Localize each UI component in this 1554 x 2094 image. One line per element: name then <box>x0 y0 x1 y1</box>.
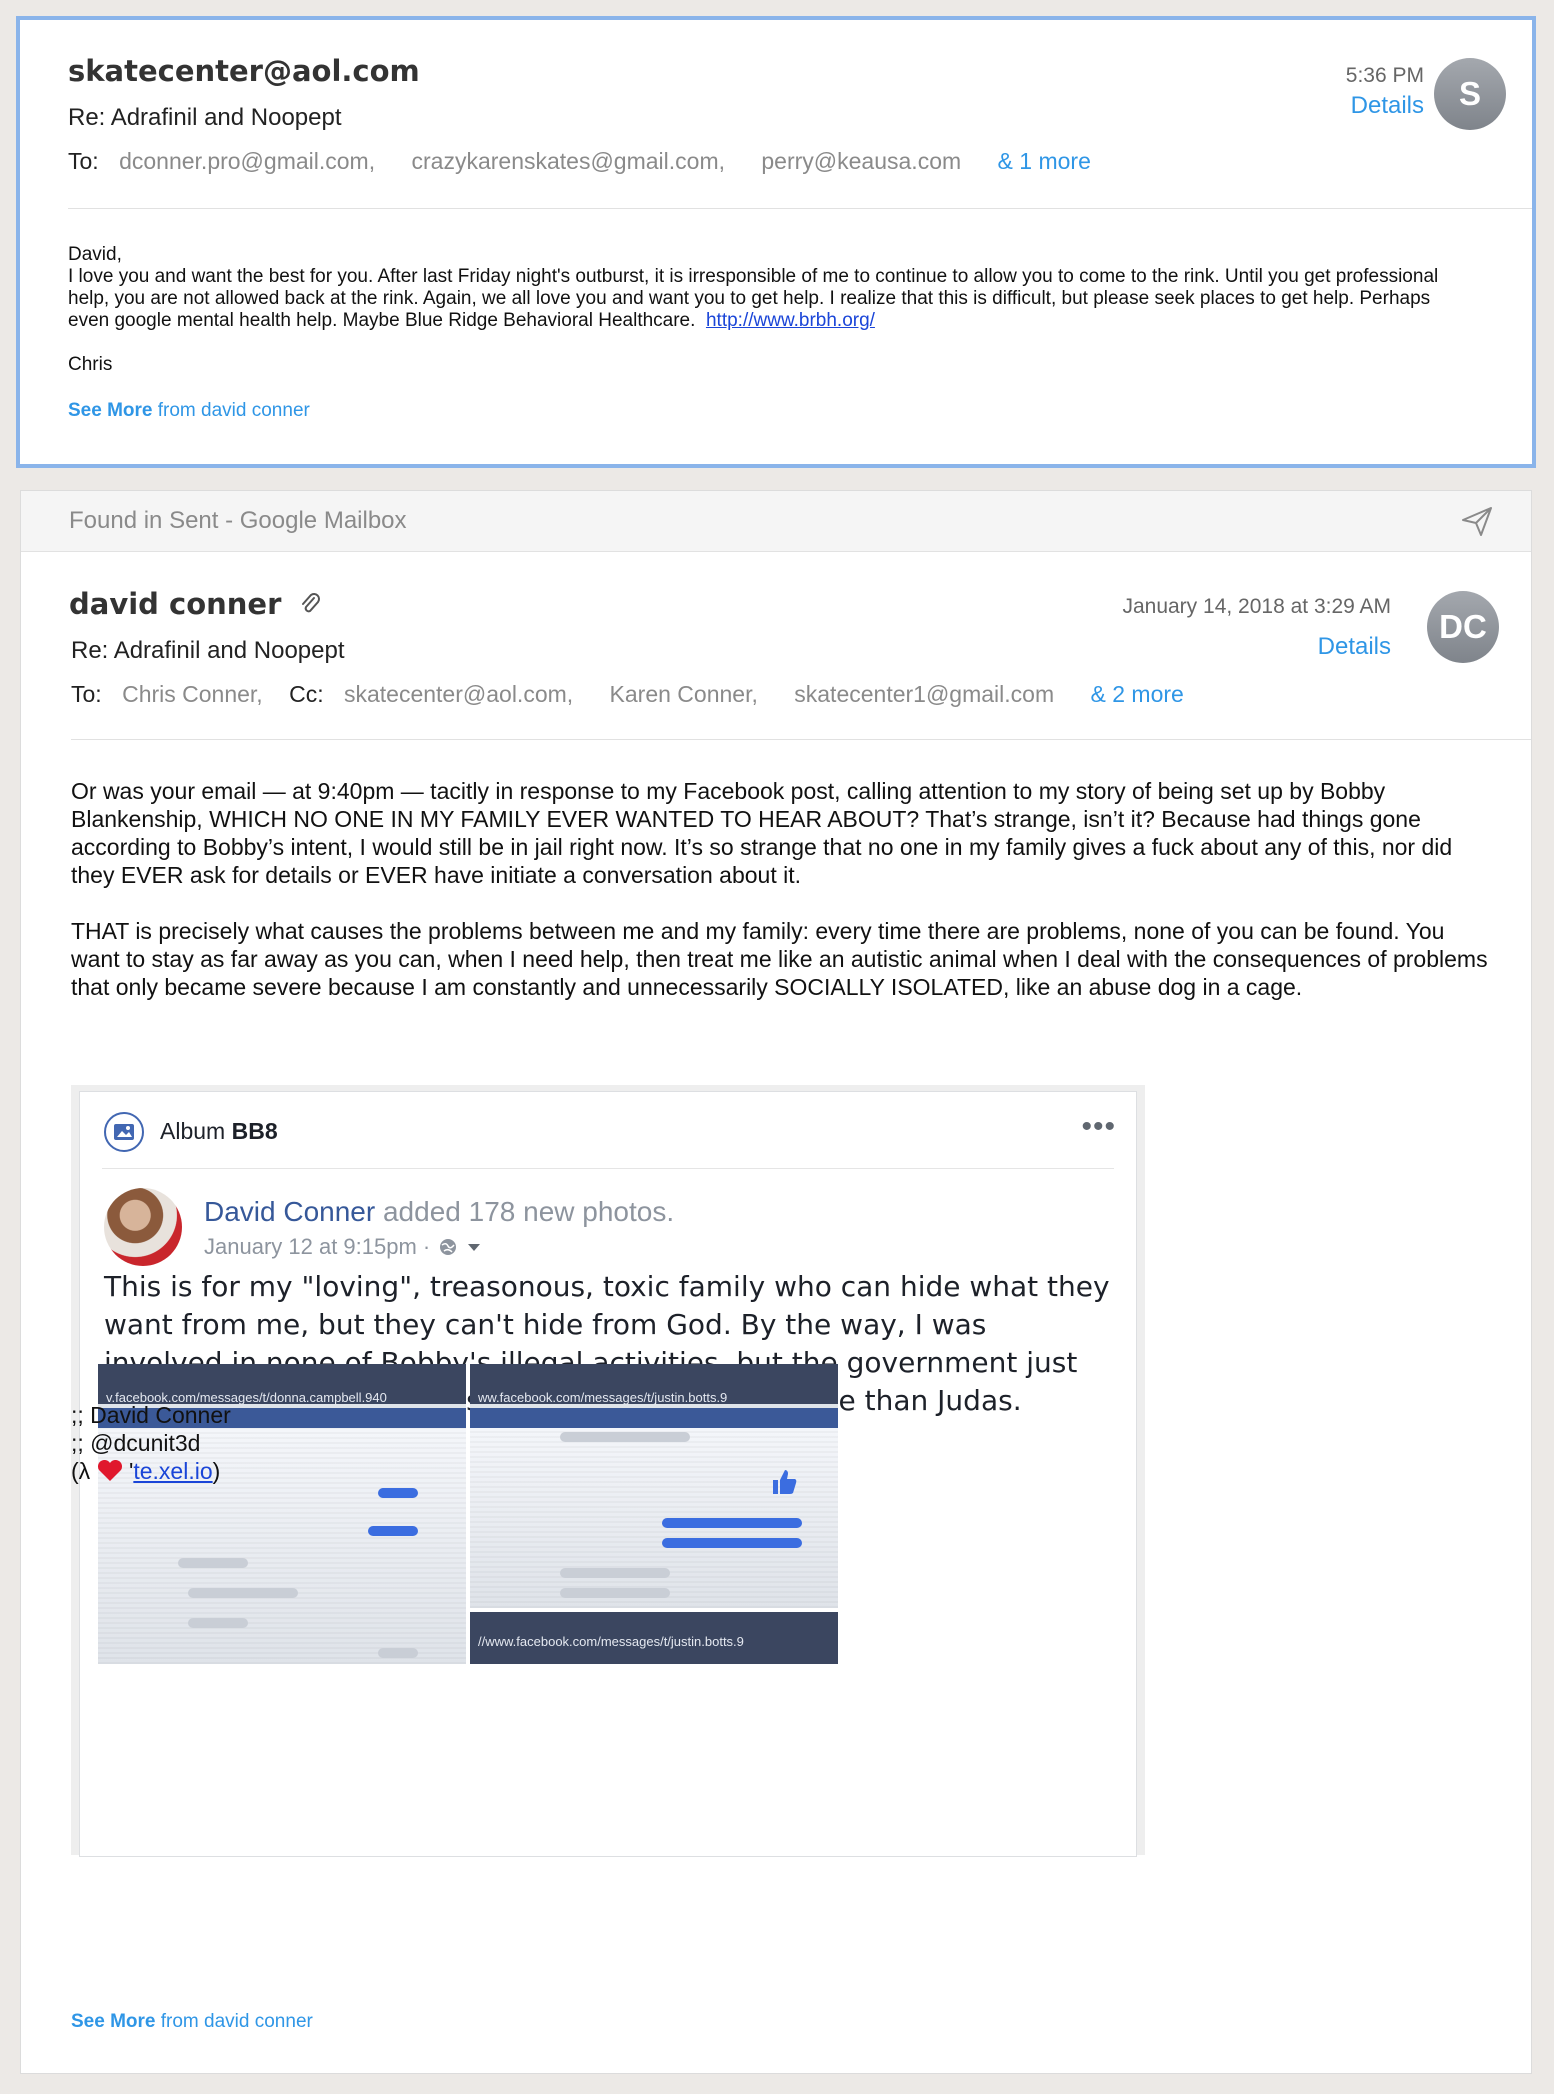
details-link[interactable]: Details <box>1351 92 1424 120</box>
poster-name[interactable]: David Conner <box>204 1196 375 1227</box>
more-recipients-link[interactable]: & 1 more <box>998 148 1091 174</box>
recipient[interactable]: crazykarenskates@gmail.com, <box>412 148 726 174</box>
cc-recipient[interactable]: skatecenter1@gmail.com <box>794 681 1054 707</box>
details-link[interactable]: Details <box>1318 633 1391 661</box>
album-title[interactable]: Album BB8 <box>160 1118 278 1145</box>
photo-thumbnail[interactable]: ww.facebook.com/messages/t/justin.botts.… <box>470 1364 838 1608</box>
cc-label: Cc: <box>289 681 324 707</box>
message-body: David, I love you and want the best for … <box>68 244 1472 376</box>
sender-name: david conner <box>69 587 282 621</box>
brbh-link[interactable]: http://www.brbh.org/ <box>706 310 875 331</box>
thumbs-up-icon <box>773 1470 797 1494</box>
see-more-link[interactable]: See More from david conner <box>68 400 310 422</box>
heart-icon <box>97 1459 122 1481</box>
subject: Re: Adrafinil and Noopept <box>71 637 345 664</box>
poster-line: David Conner added 178 new photos. <box>204 1196 675 1227</box>
send-icon[interactable] <box>1459 503 1495 539</box>
message-body: Or was your email — at 9:40pm — tacitly … <box>71 777 1491 1029</box>
sender-avatar: DC <box>1427 591 1499 663</box>
email-message-david-conner[interactable]: Found in Sent - Google Mailbox david con… <box>20 490 1532 2074</box>
signature-name: ;; David Conner <box>71 1402 231 1428</box>
message-time: 5:36 PM <box>1345 64 1424 87</box>
sender-name: skatecenter@aol.com <box>68 54 420 88</box>
body-paragraph-1: Or was your email — at 9:40pm — tacitly … <box>71 778 1453 888</box>
recipient[interactable]: dconner.pro@gmail.com, <box>119 148 375 174</box>
album-icon <box>104 1112 144 1152</box>
photo-thumbnail[interactable]: //www.facebook.com/messages/t/justin.bot… <box>470 1612 838 1664</box>
chevron-down-icon[interactable] <box>466 1241 482 1253</box>
photo-url-text: //www.facebook.com/messages/t/justin.bot… <box>478 1634 744 1649</box>
sender-avatar: S <box>1434 58 1506 130</box>
post-date[interactable]: January 12 at 9:15pm · <box>204 1234 430 1260</box>
body-paragraph-2: THAT is precisely what causes the proble… <box>71 918 1488 1000</box>
email-message-skatecenter[interactable]: skatecenter@aol.com 5:36 PM Details S Re… <box>16 16 1536 468</box>
signature-handle: ;; @dcunit3d <box>71 1430 201 1456</box>
cc-recipient[interactable]: Karen Conner, <box>610 681 758 707</box>
globe-icon <box>440 1239 457 1255</box>
more-recipients-link[interactable]: & 2 more <box>1091 681 1184 707</box>
attachment-icon <box>302 593 320 613</box>
found-in-bar: Found in Sent - Google Mailbox <box>21 491 1531 552</box>
to-label: To: <box>71 681 102 707</box>
facebook-post-image: Album BB8 ••• David Conner added 178 new… <box>71 1085 1145 1857</box>
post-date-row: January 12 at 9:15pm · <box>204 1234 482 1260</box>
greeting: David, <box>68 244 122 265</box>
signature-link-line: (λ 'te.xel.io) <box>71 1458 221 1484</box>
recipient[interactable]: perry@keausa.com <box>761 148 961 174</box>
recipients-row: To: Chris Conner, Cc: skatecenter@aol.co… <box>71 681 1184 708</box>
header-divider <box>71 739 1531 740</box>
recipients-row: To: dconner.pro@gmail.com, crazykarenska… <box>68 148 1091 175</box>
subject: Re: Adrafinil and Noopept <box>68 104 342 131</box>
post-divider <box>102 1168 1114 1169</box>
facebook-post-card: Album BB8 ••• David Conner added 178 new… <box>79 1091 1137 1857</box>
cc-recipient[interactable]: skatecenter@aol.com, <box>344 681 573 707</box>
signature-link[interactable]: te.xel.io <box>133 1458 212 1484</box>
signoff: Chris <box>68 354 113 375</box>
signature: ;; David Conner ;; @dcunit3d (λ 'te.xel.… <box>71 1401 231 1485</box>
message-time: January 14, 2018 at 3:29 AM <box>1122 595 1391 618</box>
poster-avatar[interactable] <box>104 1188 182 1266</box>
see-more-link[interactable]: See More from david conner <box>71 2011 313 2033</box>
body-paragraph: I love you and want the best for you. Af… <box>68 266 1439 331</box>
found-in-label: Found in Sent - Google Mailbox <box>69 507 407 534</box>
photo-url-text: ww.facebook.com/messages/t/justin.botts.… <box>478 1390 728 1405</box>
header-divider <box>68 208 1532 209</box>
recipient[interactable]: Chris Conner, <box>122 681 263 707</box>
to-label: To: <box>68 148 99 174</box>
more-options-icon[interactable]: ••• <box>1081 1110 1116 1144</box>
